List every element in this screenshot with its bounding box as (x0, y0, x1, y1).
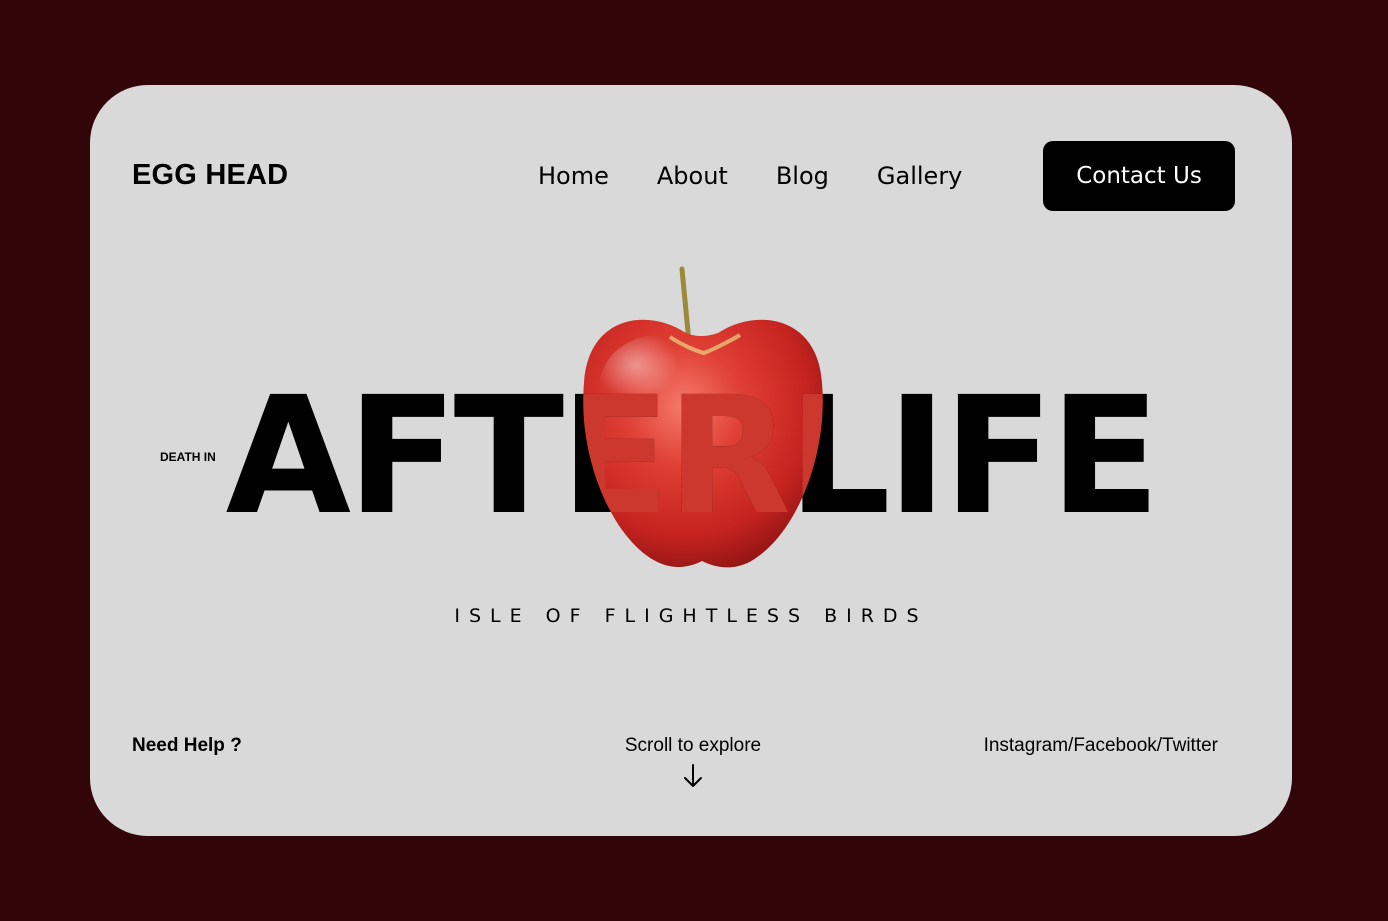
hero-graphic: AFTERLIFE AFTERLIFE (226, 266, 1160, 568)
scroll-to-explore[interactable]: Scroll to explore (541, 735, 845, 789)
arrow-down-icon (684, 764, 702, 787)
scroll-label: Scroll to explore (624, 735, 762, 756)
death-in-tag: DEATH IN (152, 445, 224, 470)
hero-card: EGG HEAD Home About Blog Gallery Contact… (90, 85, 1292, 836)
social-links[interactable]: Instagram/Facebook/Twitter (984, 735, 1218, 757)
hero-subtitle: ISLE OF FLIGHTLESS BIRDS (454, 605, 928, 627)
need-help-link[interactable]: Need Help ? (132, 735, 242, 757)
